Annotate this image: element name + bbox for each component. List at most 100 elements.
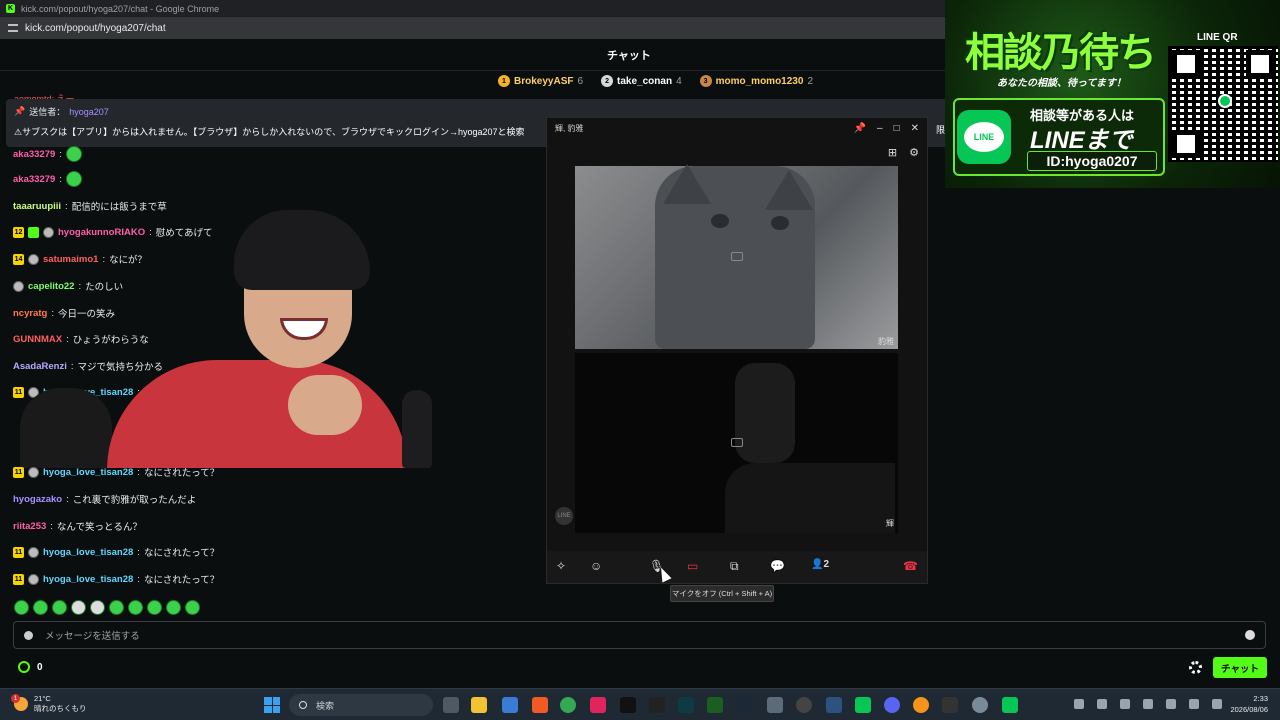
cat-eye-shape <box>771 216 789 230</box>
window-title: kick.com/popout/hyoga207/chat - Google C… <box>21 3 220 14</box>
emote-icon[interactable] <box>166 600 181 615</box>
chat-username[interactable]: hyoga_love_tisan28 <box>43 467 133 478</box>
line-icon[interactable] <box>855 697 871 713</box>
emote-icon[interactable] <box>52 600 67 615</box>
brave-browser-icon[interactable] <box>532 697 548 713</box>
leaderboard-entry[interactable]: 3 momo_momo1230 2 <box>699 75 813 87</box>
discord-icon[interactable] <box>884 697 900 713</box>
effects-sparkle-icon[interactable]: ✧ <box>556 559 566 573</box>
app-icon[interactable] <box>942 697 958 713</box>
chat-message[interactable]: 11 hyoga_love_tisan28: なにされたって？ <box>13 545 219 559</box>
steam-icon[interactable] <box>737 697 753 713</box>
leader-name: take_conan <box>617 75 673 87</box>
leader-name: momo_momo1230 <box>715 75 804 87</box>
app-tray-icon[interactable] <box>1143 699 1153 709</box>
chevron-up-icon[interactable] <box>1074 699 1084 709</box>
chat-message[interactable]: hyogazako: これ裏で豹雅が取ったんだよ <box>13 492 196 507</box>
participant-video-cat[interactable]: 豹雅 <box>575 164 898 349</box>
volume-icon[interactable] <box>1189 699 1199 709</box>
microphone-shape <box>402 390 432 468</box>
channel-points[interactable]: 0 <box>18 661 43 673</box>
minimize-icon[interactable]: – <box>877 123 883 134</box>
emote-icon[interactable] <box>147 600 162 615</box>
ad-line-id: ID:hyoga0207 <box>1027 151 1157 171</box>
windows-start-icon[interactable] <box>264 697 280 713</box>
url-text[interactable]: kick.com/popout/hyoga207/chat <box>25 23 166 34</box>
emote-icon[interactable] <box>71 600 86 615</box>
chat-username[interactable]: hyoga_love_tisan28 <box>43 574 133 585</box>
subscriber-badge-icon <box>28 573 39 585</box>
network-icon[interactable] <box>1097 699 1107 709</box>
chat-username[interactable]: hyogazako <box>13 494 62 505</box>
emote-icon <box>65 171 82 187</box>
site-settings-icon[interactable] <box>8 24 18 32</box>
emote-icon[interactable] <box>14 600 29 615</box>
leaderboard-entry[interactable]: 2 take_conan 4 <box>601 75 682 87</box>
close-icon[interactable]: ✕ <box>911 123 919 134</box>
chat-message-input[interactable]: メッセージを送信する <box>13 621 1266 649</box>
send-chat-button[interactable]: チャット <box>1213 657 1267 678</box>
clock[interactable]: 2:33 2026/08/06 <box>1230 693 1268 715</box>
chrome-icon[interactable] <box>560 697 576 713</box>
app-icon[interactable] <box>649 697 665 713</box>
emoji-icon[interactable]: ☺ <box>590 559 602 573</box>
leaderboard-entry[interactable]: 1 BrokeyyASF 6 <box>498 75 583 87</box>
qr-line-logo-icon <box>1218 94 1232 108</box>
chat-settings-gear-icon[interactable] <box>1189 661 1202 674</box>
task-view-icon[interactable] <box>443 697 459 713</box>
chat-message[interactable]: 11 hyoga_love_tisan28: なにされたって？ <box>13 572 219 586</box>
chat-text: なにされたって？ <box>143 575 220 586</box>
mic-tray-icon[interactable] <box>1120 699 1130 709</box>
app-icon[interactable] <box>796 697 812 713</box>
camera-off-toggle-icon[interactable]: ▭ <box>687 559 698 573</box>
tiktok-icon[interactable] <box>620 697 636 713</box>
app-icon[interactable] <box>590 697 606 713</box>
hang-up-icon[interactable]: ☎ <box>903 559 918 573</box>
background-shape <box>725 463 895 533</box>
weather-widget[interactable]: 1 21°C 晴れのちくもり <box>11 694 87 714</box>
emote-icon[interactable] <box>109 600 124 615</box>
chat-username[interactable]: riita253 <box>13 521 46 532</box>
line-call-window[interactable]: 輝, 豹雅 📌 – □ ✕ ⊞ ⚙ 豹雅 輝 LINE ✧ ☺ 🎙 ▭ ⧉ 💬 … <box>546 117 928 584</box>
emote-icon[interactable] <box>90 600 105 615</box>
chat-username[interactable]: aka33279 <box>13 174 55 185</box>
pinned-sender[interactable]: hyoga207 <box>69 107 109 117</box>
taskbar-search[interactable]: 検索 <box>289 694 433 716</box>
chat-message[interactable]: aka33279: <box>13 146 82 162</box>
chat-username[interactable]: aka33279 <box>13 149 55 160</box>
app-icon[interactable] <box>678 697 694 713</box>
emote-icon[interactable] <box>128 600 143 615</box>
emote-icon[interactable] <box>33 600 48 615</box>
participant-video-self[interactable]: 輝 <box>575 353 898 533</box>
app-icon[interactable] <box>913 697 929 713</box>
line-icon[interactable] <box>1002 697 1018 713</box>
onedrive-icon[interactable] <box>1166 699 1176 709</box>
app-icon[interactable] <box>826 697 842 713</box>
weather-temp: 21°C <box>34 694 51 703</box>
call-controls: ✧ ☺ 🎙 ▭ ⧉ 💬 👤2 ☎ <box>547 551 927 583</box>
maximize-icon[interactable]: □ <box>894 123 900 134</box>
chat-bubble-icon[interactable]: 💬 <box>770 559 785 573</box>
settings-icon[interactable] <box>972 697 988 713</box>
chat-message[interactable]: riita253: なんで笑っとるん？ <box>13 519 142 534</box>
screen-share-icon[interactable]: ⧉ <box>730 559 739 574</box>
grid-view-icon[interactable]: ⊞ <box>888 146 897 159</box>
chat-username[interactable]: hyoga_love_tisan28 <box>43 547 133 558</box>
participants-icon[interactable]: 👤2 <box>811 559 829 570</box>
app-icon[interactable] <box>707 697 723 713</box>
emote-icon[interactable] <box>185 600 200 615</box>
chat-message[interactable]: aka33279: <box>13 171 82 187</box>
settings-gear-icon[interactable]: ⚙ <box>909 146 919 159</box>
battery-icon[interactable] <box>1212 699 1222 709</box>
chat-message[interactable]: 11 hyoga_love_tisan28: なにされたって？ <box>13 465 219 479</box>
emoji-picker-icon[interactable] <box>1245 630 1255 640</box>
line-watermark-icon: LINE <box>555 507 573 525</box>
file-explorer-icon[interactable] <box>471 697 487 713</box>
app-icon[interactable] <box>502 697 518 713</box>
address-bar[interactable]: kick.com/popout/hyoga207/chat <box>0 17 945 39</box>
app-icon[interactable] <box>767 697 783 713</box>
sub-month-badge: 11 <box>13 466 24 478</box>
gift-leaderboard: 1 BrokeyyASF 6 2 take_conan 4 3 momo_mom… <box>498 75 813 87</box>
pin-window-icon[interactable]: 📌 <box>854 123 866 134</box>
camera-off-icon <box>731 252 743 261</box>
